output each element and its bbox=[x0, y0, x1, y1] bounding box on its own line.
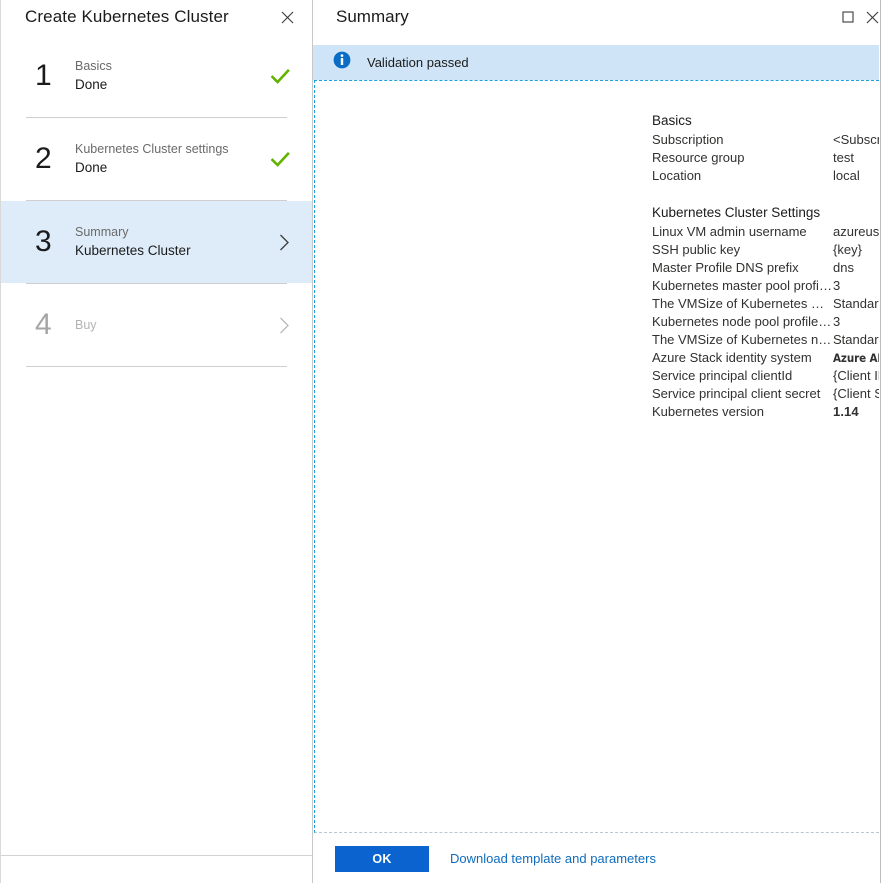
step-label: Buy bbox=[75, 317, 266, 334]
page-title: Create Kubernetes Cluster bbox=[25, 7, 229, 27]
step-status bbox=[266, 152, 290, 167]
step-label: Kubernetes Cluster settings bbox=[75, 141, 266, 158]
step-status bbox=[266, 234, 290, 251]
row-label: Service principal client secret bbox=[652, 385, 833, 403]
summary-header: Summary bbox=[313, 0, 891, 34]
table-row: The VMSize of Kubernetes node pool profi… bbox=[652, 331, 879, 349]
table-row: Resource group test bbox=[652, 149, 879, 167]
action-bar: OK Download template and parameters bbox=[313, 834, 879, 883]
table-row: Kubernetes master pool profile count 3 bbox=[652, 277, 879, 295]
step-number: 3 bbox=[35, 227, 67, 257]
step-label: Summary bbox=[75, 224, 266, 241]
step-number: 1 bbox=[35, 61, 67, 91]
summary-content-area: Basics Subscription <Subscription> Resou… bbox=[314, 80, 879, 833]
maximize-icon[interactable] bbox=[837, 6, 859, 28]
row-label: Location bbox=[652, 167, 833, 185]
create-kubernetes-cluster-dialog: Create Kubernetes Cluster 1 Basics Done bbox=[0, 0, 892, 883]
divider bbox=[1, 855, 312, 856]
step-label: Basics bbox=[75, 58, 266, 75]
section-title: Kubernetes Cluster Settings bbox=[652, 204, 879, 222]
step-status bbox=[266, 69, 290, 84]
table-row: Service principal clientId {Client ID} bbox=[652, 367, 879, 385]
wizard-step-summary[interactable]: 3 Summary Kubernetes Cluster bbox=[1, 201, 312, 283]
section-kubernetes-cluster-settings: Kubernetes Cluster Settings Linux VM adm… bbox=[652, 204, 879, 421]
row-value: {Client ID} bbox=[833, 367, 879, 385]
wizard-step-kubernetes-cluster-settings[interactable]: 2 Kubernetes Cluster settings Done bbox=[1, 118, 312, 200]
step-number: 2 bbox=[35, 144, 67, 174]
wizard-pane: Create Kubernetes Cluster 1 Basics Done bbox=[0, 0, 313, 883]
wizard-step-list: 1 Basics Done 2 Kubernetes Cluster setti… bbox=[1, 34, 312, 367]
summary-title: Summary bbox=[336, 7, 409, 27]
row-value: Azure AD or Azure ADFS bbox=[833, 349, 879, 367]
section-basics: Basics Subscription <Subscription> Resou… bbox=[652, 112, 879, 185]
row-value: Standard_D2_v2 bbox=[833, 331, 879, 349]
row-value: {Client Secret} bbox=[833, 385, 879, 403]
table-row: Master Profile DNS prefix dns bbox=[652, 259, 879, 277]
close-icon[interactable] bbox=[276, 6, 298, 28]
row-label: SSH public key bbox=[652, 241, 833, 259]
row-value: 1.14 bbox=[833, 403, 859, 421]
wizard-header: Create Kubernetes Cluster bbox=[1, 0, 312, 34]
row-label: Master Profile DNS prefix bbox=[652, 259, 833, 277]
row-value: <Subscription> bbox=[833, 131, 879, 149]
row-value: 3 bbox=[833, 313, 840, 331]
table-row: Location local bbox=[652, 167, 879, 185]
window-edge bbox=[880, 0, 892, 883]
table-row: SSH public key {key} bbox=[652, 241, 879, 259]
row-value: test bbox=[833, 149, 854, 167]
row-value: azureuser bbox=[833, 223, 879, 241]
download-template-link[interactable]: Download template and parameters bbox=[450, 851, 656, 866]
row-label: The VMSize of Kubernetes master and agen… bbox=[652, 295, 833, 313]
wizard-step-buy[interactable]: 4 Buy bbox=[1, 284, 312, 366]
validation-banner: Validation passed bbox=[313, 45, 879, 80]
table-row: Linux VM admin username azureuser bbox=[652, 223, 879, 241]
row-value: 3 bbox=[833, 277, 840, 295]
row-label: Kubernetes master pool profile count bbox=[652, 277, 833, 295]
table-row: Kubernetes node pool profile count 3 bbox=[652, 313, 879, 331]
step-status bbox=[266, 317, 290, 334]
step-number: 4 bbox=[35, 310, 67, 340]
step-status-text: Done bbox=[75, 75, 266, 94]
row-label: Azure Stack identity system bbox=[652, 349, 833, 367]
row-label: Kubernetes node pool profile count bbox=[652, 313, 833, 331]
table-row: Service principal client secret {Client … bbox=[652, 385, 879, 403]
row-label: Kubernetes version bbox=[652, 403, 833, 421]
check-icon bbox=[271, 69, 290, 84]
row-value: dns bbox=[833, 259, 854, 277]
step-status-text: Done bbox=[75, 158, 266, 177]
wizard-step-basics[interactable]: 1 Basics Done bbox=[1, 35, 312, 117]
info-icon bbox=[333, 51, 351, 74]
check-icon bbox=[271, 152, 290, 167]
window-controls bbox=[837, 6, 883, 28]
row-label: Resource group bbox=[652, 149, 833, 167]
step-status-text: Kubernetes Cluster bbox=[75, 241, 266, 260]
row-label: Subscription bbox=[652, 131, 833, 149]
row-label: Linux VM admin username bbox=[652, 223, 833, 241]
row-value: local bbox=[833, 167, 860, 185]
chevron-right-icon bbox=[279, 317, 290, 334]
table-row: Kubernetes version 1.14 bbox=[652, 403, 879, 421]
table-row: Subscription <Subscription> bbox=[652, 131, 879, 149]
row-label: Service principal clientId bbox=[652, 367, 833, 385]
validation-message: Validation passed bbox=[351, 55, 469, 70]
summary-pane: Summary bbox=[313, 0, 892, 883]
row-value: Standard_D2_v2 bbox=[833, 295, 879, 313]
ok-button[interactable]: OK bbox=[335, 846, 429, 872]
row-value: {key} bbox=[833, 241, 862, 259]
section-title: Basics bbox=[652, 112, 879, 130]
divider bbox=[26, 366, 287, 367]
row-label: The VMSize of Kubernetes node pool profi… bbox=[652, 331, 833, 349]
table-row: The VMSize of Kubernetes master and agen… bbox=[652, 295, 879, 313]
chevron-right-icon bbox=[279, 234, 290, 251]
table-row: Azure Stack identity system Azure AD or … bbox=[652, 349, 879, 367]
